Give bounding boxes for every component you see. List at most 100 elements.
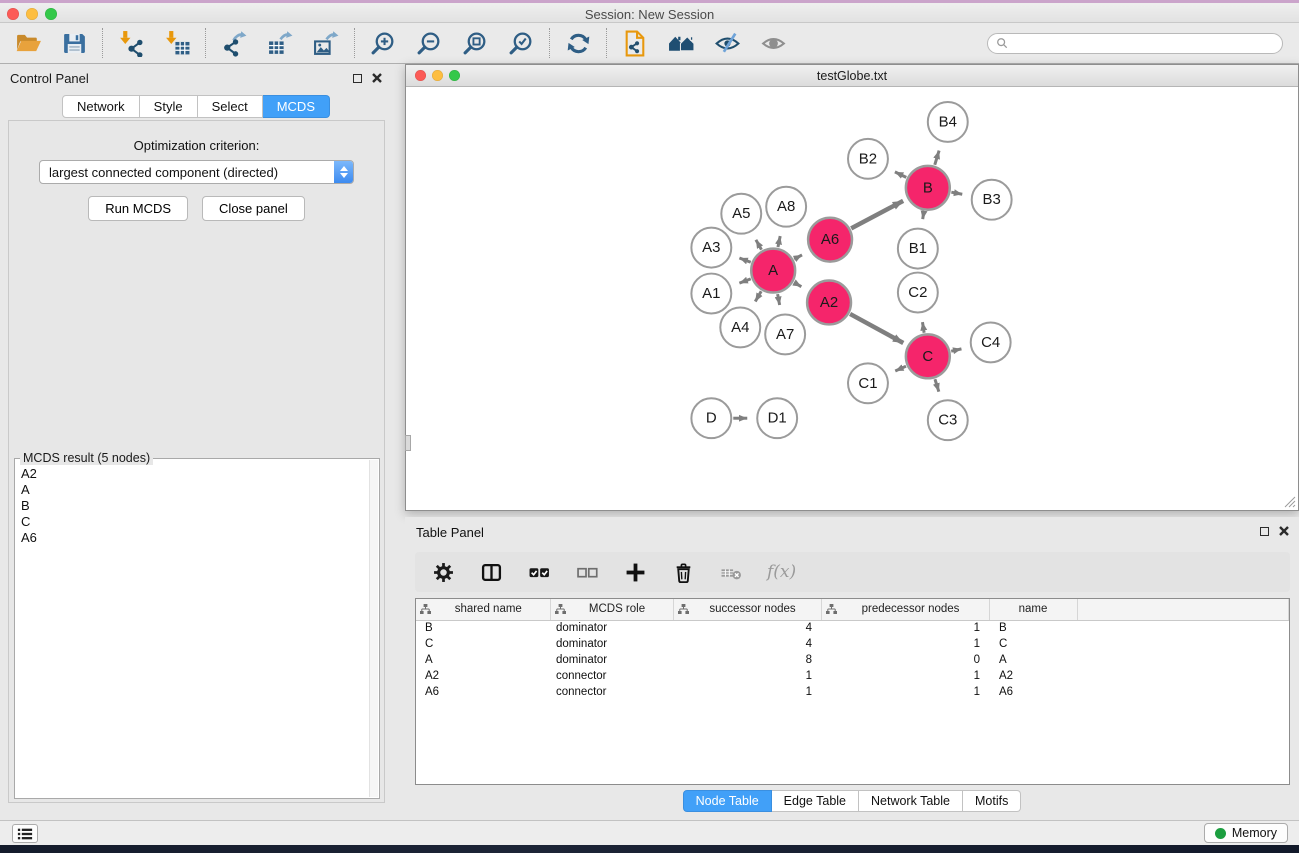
delete-column-icon[interactable]	[671, 560, 695, 584]
table-row[interactable]: A2connector11A2	[416, 668, 1289, 684]
graph-edge-A-A3[interactable]	[739, 258, 750, 262]
table-cell[interactable]: 4	[673, 620, 821, 636]
graph-node-B4[interactable]: B4	[928, 102, 968, 142]
graph-node-B[interactable]: B	[906, 166, 950, 210]
mcds-result-item[interactable]: A	[21, 482, 363, 498]
table-row[interactable]: A6connector11A6	[416, 684, 1289, 700]
table-cell[interactable]: connector	[550, 668, 673, 684]
graph-edge-C-C3[interactable]	[935, 379, 939, 391]
table-cell[interactable]: 8	[673, 652, 821, 668]
graph-node-A4[interactable]: A4	[720, 307, 760, 347]
task-history-button[interactable]	[12, 824, 38, 843]
graph-node-A1[interactable]: A1	[691, 274, 731, 314]
graph-edge-A2-C[interactable]	[850, 314, 903, 343]
graph-node-A[interactable]: A	[751, 249, 795, 293]
graph-node-A2[interactable]: A2	[807, 281, 851, 325]
mcds-result-item[interactable]: A2	[21, 466, 363, 482]
frame-grip-handle[interactable]	[405, 435, 411, 451]
mcds-result-item[interactable]: A6	[21, 530, 363, 546]
memory-button[interactable]: Memory	[1204, 823, 1288, 843]
hide-graphics-icon[interactable]	[711, 27, 743, 59]
deselect-all-icon[interactable]	[575, 560, 599, 584]
save-session-icon[interactable]	[58, 27, 90, 59]
float-table-panel-icon[interactable]	[1260, 527, 1269, 536]
table-cell[interactable]: 1	[821, 668, 989, 684]
graph-node-A3[interactable]: A3	[691, 228, 731, 268]
graph-edge-A-A2[interactable]	[794, 282, 801, 286]
graph-node-A7[interactable]: A7	[765, 314, 805, 354]
network-canvas-area[interactable]: B4B2BB3B1A5A8A6A3AA1C2A2A4A7C4CC1C3DD1	[406, 88, 1298, 510]
table-cell[interactable]: C	[416, 636, 550, 652]
table-cell[interactable]: A6	[989, 684, 1077, 700]
graph-node-B1[interactable]: B1	[898, 229, 938, 269]
graph-edge-C-C1[interactable]	[895, 366, 906, 371]
table-cell[interactable]: 1	[673, 668, 821, 684]
network-from-document-icon[interactable]	[619, 27, 651, 59]
network-window-titlebar[interactable]: testGlobe.txt	[406, 65, 1298, 87]
table-cell[interactable]: 4	[673, 636, 821, 652]
home-neighbors-icon[interactable]	[665, 27, 697, 59]
tab-network[interactable]: Network	[62, 95, 140, 118]
column-header-shared-name[interactable]: shared name	[416, 599, 550, 620]
table-cell[interactable]: dominator	[550, 636, 673, 652]
table-cell[interactable]: 1	[821, 636, 989, 652]
graph-node-C4[interactable]: C4	[971, 322, 1011, 362]
table-cell[interactable]: A2	[416, 668, 550, 684]
graph-node-C2[interactable]: C2	[898, 273, 938, 313]
refresh-icon[interactable]	[562, 27, 594, 59]
tab-edge-table[interactable]: Edge Table	[772, 790, 859, 812]
criterion-dropdown[interactable]: largest connected component (directed)	[39, 160, 354, 184]
node-table[interactable]: shared name MCDS role successor nodes pr…	[415, 598, 1290, 785]
column-header-name[interactable]: name	[989, 599, 1077, 620]
graph-edge-A-A5[interactable]	[756, 240, 762, 250]
table-cell[interactable]: connector	[550, 684, 673, 700]
close-panel-icon[interactable]	[372, 73, 382, 83]
graph-node-C3[interactable]: C3	[928, 400, 968, 440]
table-cell[interactable]: B	[416, 620, 550, 636]
tab-node-table[interactable]: Node Table	[683, 790, 772, 812]
graph-node-C1[interactable]: C1	[848, 363, 888, 403]
show-graphics-icon[interactable]	[757, 27, 789, 59]
graph-edge-A-A6[interactable]	[794, 255, 802, 259]
table-settings-gear-icon[interactable]	[431, 560, 455, 584]
table-cell[interactable]: 1	[821, 620, 989, 636]
graph-edge-A-A7[interactable]	[778, 294, 780, 305]
graph-edge-A-A4[interactable]	[755, 291, 761, 301]
zoom-in-icon[interactable]	[367, 27, 399, 59]
graph-node-D[interactable]: D	[691, 398, 731, 438]
table-cell[interactable]: A2	[989, 668, 1077, 684]
mcds-result-list[interactable]: A2ABCA6	[16, 464, 368, 797]
column-header-successor-nodes[interactable]: successor nodes	[673, 599, 821, 620]
table-cell[interactable]: C	[989, 636, 1077, 652]
graph-edge-B-B2[interactable]	[895, 172, 906, 177]
zoom-fit-icon[interactable]	[459, 27, 491, 59]
open-file-icon[interactable]	[12, 27, 44, 59]
table-cell[interactable]: 1	[821, 684, 989, 700]
tab-select[interactable]: Select	[198, 95, 263, 118]
table-columns-icon[interactable]	[479, 560, 503, 584]
table-cell[interactable]: A	[989, 652, 1077, 668]
graph-edge-B-B4[interactable]	[935, 151, 939, 165]
table-row[interactable]: Bdominator41B	[416, 620, 1289, 636]
table-cell[interactable]: dominator	[550, 652, 673, 668]
table-row[interactable]: Cdominator41C	[416, 636, 1289, 652]
graph-edge-A-A8[interactable]	[778, 236, 780, 247]
column-header-predecessor-nodes[interactable]: predecessor nodes	[821, 599, 989, 620]
resize-grip-icon[interactable]	[1283, 495, 1296, 508]
table-cell[interactable]: A	[416, 652, 550, 668]
graph-edge-A6-B[interactable]	[851, 201, 903, 229]
table-cell[interactable]: 0	[821, 652, 989, 668]
column-header-mcds-role[interactable]: MCDS role	[550, 599, 673, 620]
graph-node-D1[interactable]: D1	[757, 398, 797, 438]
export-table-icon[interactable]	[264, 27, 296, 59]
graph-edge-C-C4[interactable]	[951, 349, 961, 351]
tab-network-table[interactable]: Network Table	[859, 790, 963, 812]
export-image-icon[interactable]	[310, 27, 342, 59]
close-table-panel-icon[interactable]	[1279, 526, 1289, 536]
zoom-out-icon[interactable]	[413, 27, 445, 59]
graph-node-A6[interactable]: A6	[808, 218, 852, 262]
tab-mcds[interactable]: MCDS	[263, 95, 330, 118]
export-network-icon[interactable]	[218, 27, 250, 59]
graph-node-C[interactable]: C	[906, 334, 950, 378]
close-panel-button[interactable]: Close panel	[202, 196, 305, 221]
